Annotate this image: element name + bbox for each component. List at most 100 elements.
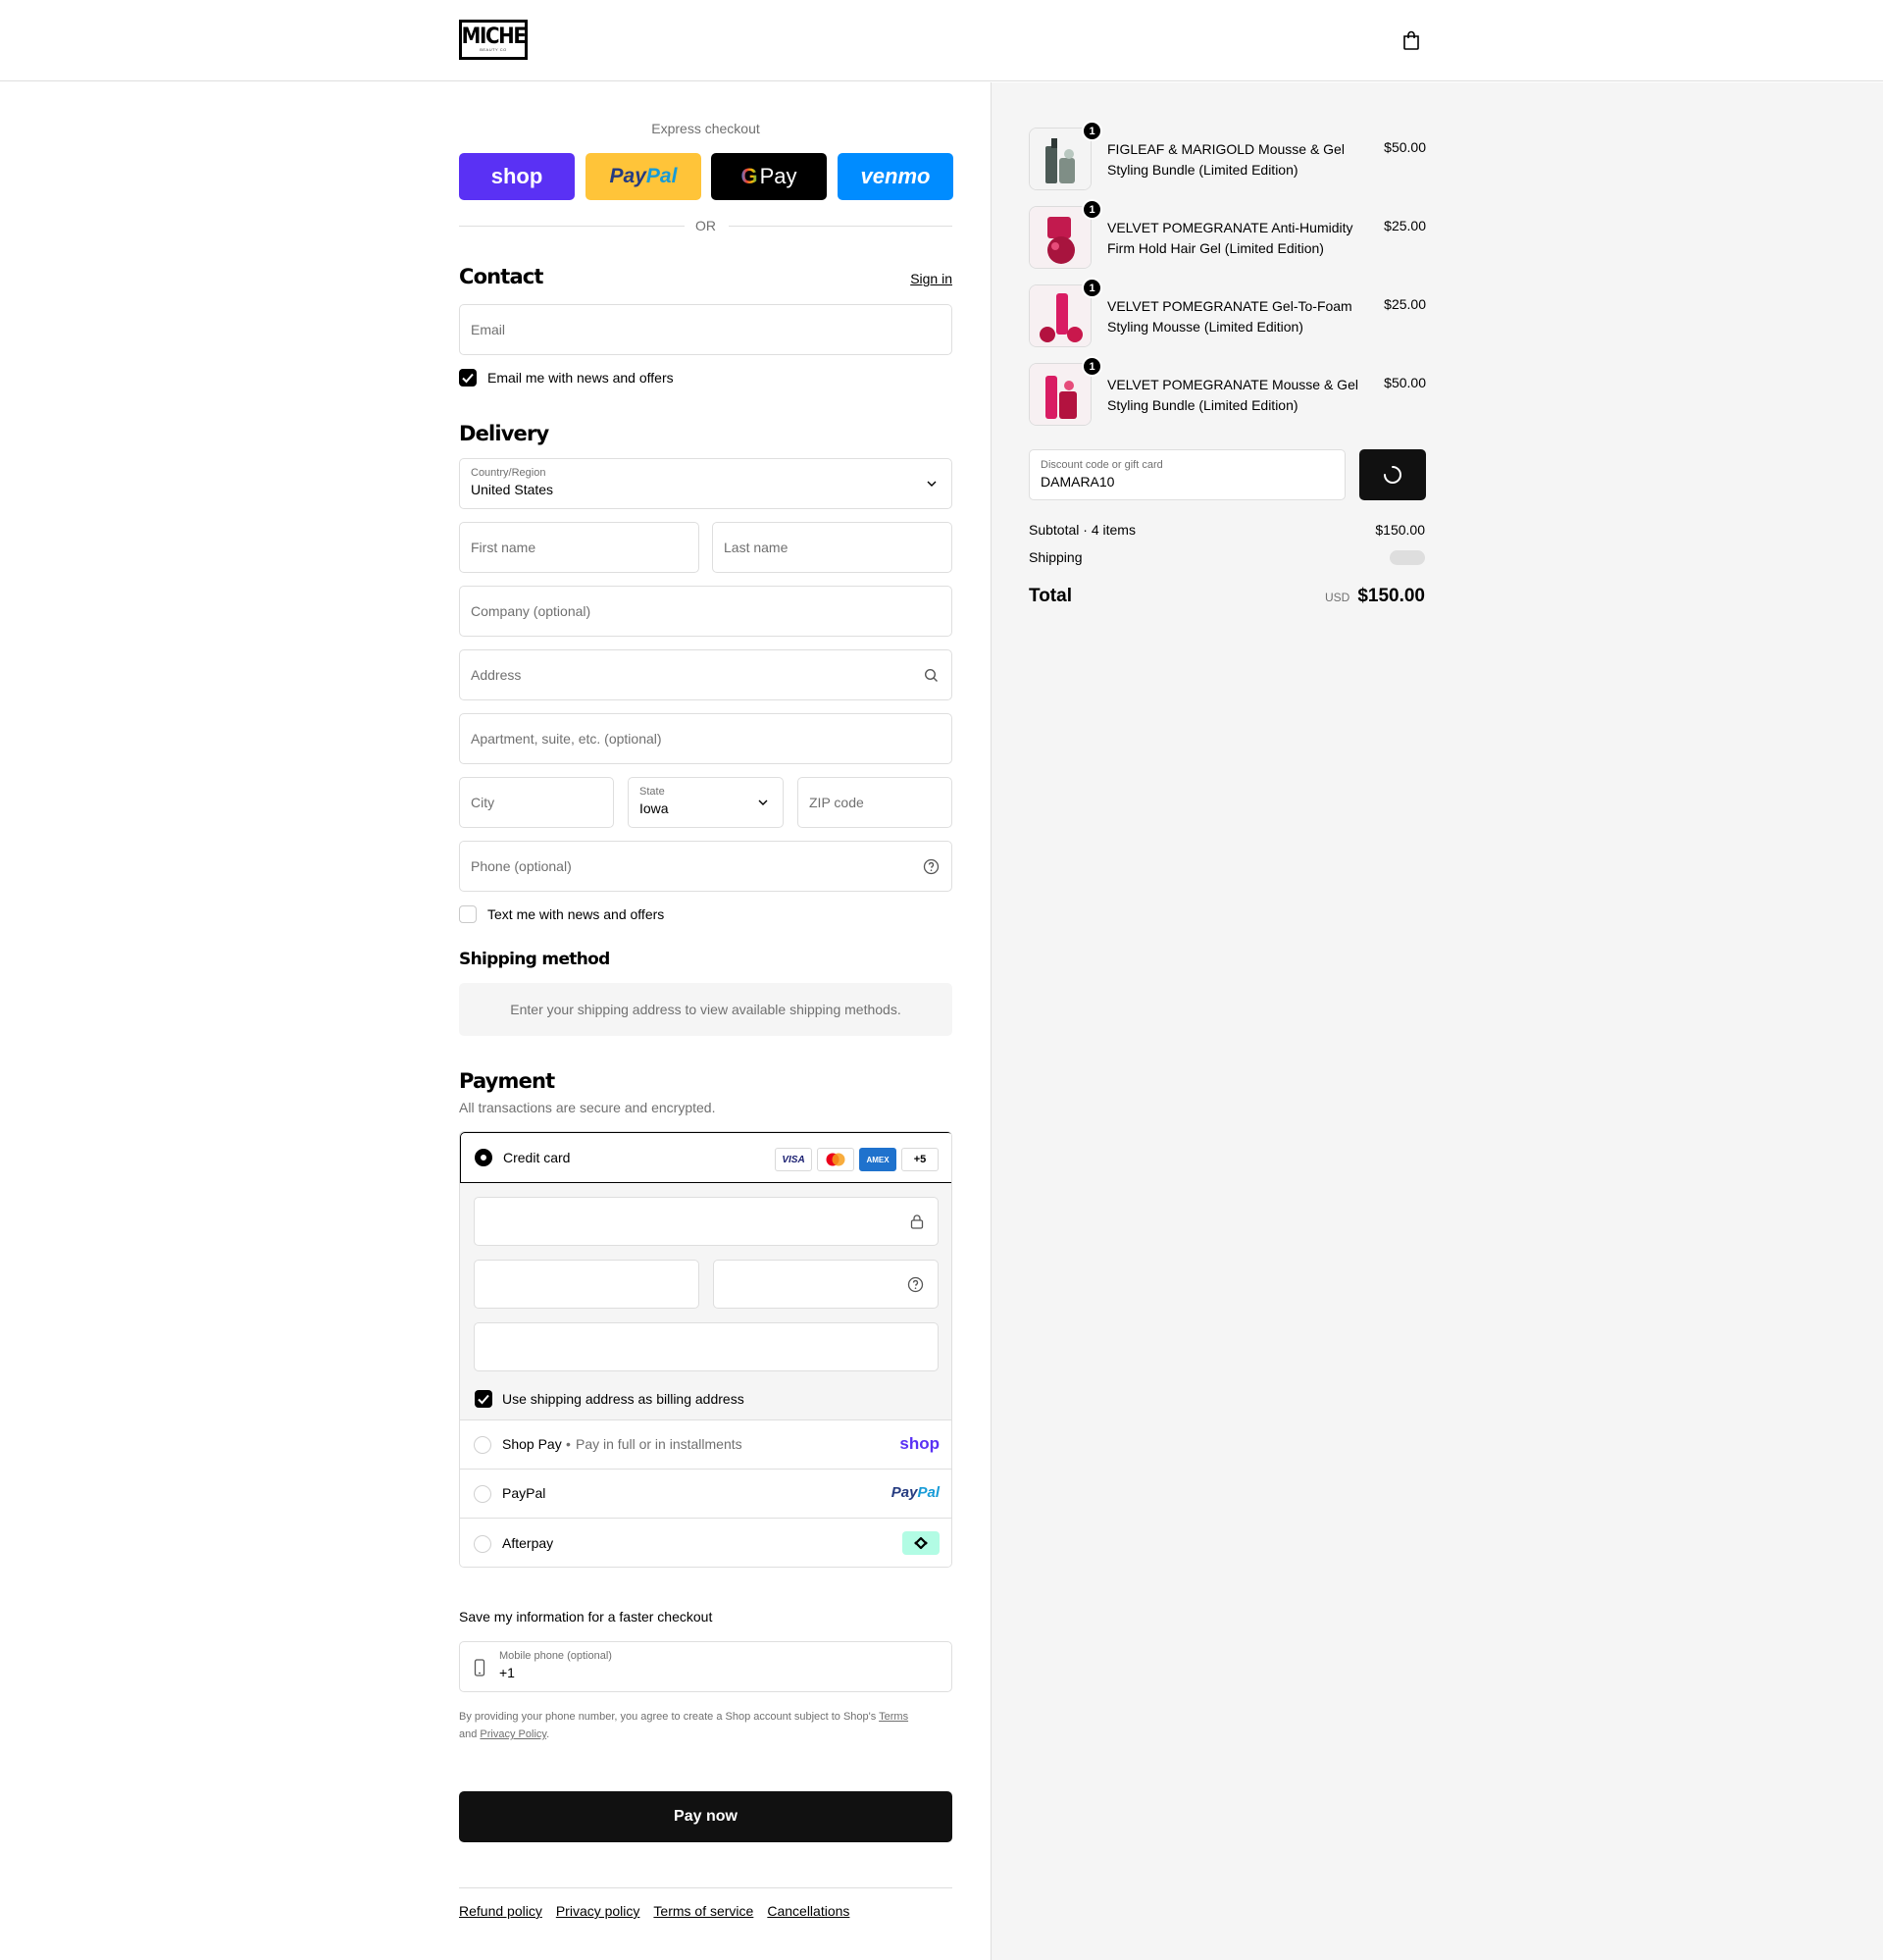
venmo-express-button[interactable]: venmo — [838, 153, 953, 200]
expiration-date-field[interactable] — [474, 1260, 699, 1309]
email-news-label: Email me with news and offers — [487, 370, 674, 386]
shipping-value-skeleton — [1390, 550, 1425, 565]
footer-links: Refund policy Privacy policy Terms of se… — [459, 1903, 849, 1919]
payment-methods: Credit card VISA AMEX +5 Use shipping ad… — [459, 1131, 952, 1568]
text-news-label: Text me with news and offers — [487, 906, 665, 922]
paypal-express-button[interactable]: Pay Pal — [585, 153, 701, 200]
privacy-policy-link[interactable]: Privacy Policy — [480, 1728, 546, 1740]
billing-address-checkbox[interactable] — [475, 1390, 492, 1408]
apartment-placeholder: Apartment, suite, etc. (optional) — [471, 731, 662, 747]
email-field[interactable]: Email — [459, 304, 952, 355]
discount-value: DAMARA10 — [1041, 474, 1115, 490]
billing-address-label: Use shipping address as billing address — [502, 1391, 744, 1407]
total-label: Total — [1029, 586, 1072, 606]
cart-item: 1 VELVET POMEGRANATE Mousse & Gel Stylin… — [1029, 356, 1426, 432]
help-circle-icon[interactable] — [907, 1276, 924, 1293]
payment-subtitle: All transactions are secure and encrypte… — [459, 1100, 716, 1115]
shop-logo: shop — [490, 164, 543, 188]
loading-spinner-icon — [1384, 466, 1401, 484]
subtotal-value: $150.00 — [1375, 522, 1425, 538]
divider — [729, 226, 952, 227]
quantity-badge: 1 — [1082, 356, 1102, 377]
mobile-phone-field[interactable]: Mobile phone (optional) +1 — [459, 1641, 952, 1692]
company-field[interactable]: Company (optional) — [459, 586, 952, 637]
security-code-field[interactable] — [713, 1260, 939, 1309]
state-value: Iowa — [639, 800, 669, 816]
footer-divider — [459, 1887, 952, 1888]
paypal-radio[interactable] — [474, 1485, 491, 1503]
privacy-policy-footer-link[interactable]: Privacy policy — [556, 1903, 640, 1919]
product-image — [1029, 284, 1092, 347]
text-news-checkbox[interactable] — [459, 905, 477, 923]
city-field[interactable]: City — [459, 777, 614, 828]
paypal-option[interactable]: PayPal PayPal — [460, 1469, 951, 1518]
shop-pay-option[interactable]: Shop Pay • Pay in full or in installment… — [460, 1419, 951, 1469]
state-select[interactable]: State Iowa — [628, 777, 784, 828]
shop-pay-logo: shop — [899, 1434, 940, 1453]
product-image — [1029, 206, 1092, 269]
afterpay-radio[interactable] — [474, 1535, 491, 1553]
chevron-down-icon — [758, 799, 768, 805]
cancellations-link[interactable]: Cancellations — [767, 1903, 849, 1919]
address-placeholder: Address — [471, 667, 522, 683]
logo[interactable]: MICHE BEAUTY CO — [459, 20, 528, 60]
shopping-bag-icon[interactable] — [1402, 30, 1420, 50]
last-name-placeholder: Last name — [724, 540, 789, 555]
refund-policy-link[interactable]: Refund policy — [459, 1903, 542, 1919]
order-summary: 1 FIGLEAF & MARIGOLD Mousse & Gel Stylin… — [991, 82, 1883, 1960]
legal-text-and: and — [459, 1728, 481, 1740]
country-value: United States — [471, 482, 554, 497]
country-select[interactable]: Country/Region United States — [459, 458, 952, 509]
phone-field[interactable]: Phone (optional) — [459, 841, 952, 892]
shipping-label: Shipping — [1029, 549, 1083, 565]
divider — [459, 226, 685, 227]
afterpay-logo-icon — [902, 1531, 940, 1555]
express-checkout-title: Express checkout — [651, 121, 760, 136]
paypal-logo-pal: Pal — [917, 1484, 940, 1501]
shipping-method-heading: Shipping method — [459, 950, 610, 969]
google-pay-express-button[interactable]: G Pay — [711, 153, 827, 200]
pay-now-button[interactable]: Pay now — [459, 1791, 952, 1842]
credit-card-radio[interactable] — [475, 1149, 492, 1166]
email-news-checkbox[interactable] — [459, 369, 477, 387]
legal-text-dot: . — [546, 1728, 550, 1740]
apartment-field[interactable]: Apartment, suite, etc. (optional) — [459, 713, 952, 764]
item-price: $25.00 — [1384, 296, 1426, 312]
sign-in-link[interactable]: Sign in — [910, 271, 952, 286]
pay-now-label: Pay now — [674, 1808, 738, 1825]
afterpay-option[interactable]: Afterpay — [460, 1518, 951, 1567]
cart-item: 1 FIGLEAF & MARIGOLD Mousse & Gel Stylin… — [1029, 121, 1426, 196]
terms-of-service-link[interactable]: Terms of service — [653, 1903, 753, 1919]
address-field[interactable]: Address — [459, 649, 952, 700]
apply-discount-button[interactable] — [1359, 449, 1426, 500]
zip-placeholder: ZIP code — [809, 795, 864, 810]
first-name-field[interactable]: First name — [459, 522, 699, 573]
or-divider-text: OR — [695, 218, 716, 233]
state-label: State — [639, 786, 665, 798]
help-circle-icon[interactable] — [923, 858, 940, 875]
discount-input[interactable]: Discount code or gift card DAMARA10 — [1029, 449, 1346, 500]
card-number-field[interactable] — [474, 1197, 939, 1246]
legal-text: By providing your phone number, you agre… — [459, 1711, 880, 1723]
item-name: VELVET POMEGRANATE Gel-To-Foam Styling M… — [1107, 298, 1352, 335]
phone-placeholder: Phone (optional) — [471, 858, 572, 874]
item-price: $50.00 — [1384, 375, 1426, 390]
credit-card-option[interactable]: Credit card VISA AMEX +5 — [460, 1132, 951, 1183]
last-name-field[interactable]: Last name — [712, 522, 952, 573]
item-name: FIGLEAF & MARIGOLD Mousse & Gel Styling … — [1107, 141, 1345, 178]
product-image — [1029, 128, 1092, 190]
name-on-card-field[interactable] — [474, 1322, 939, 1371]
bullet-separator: • — [566, 1436, 571, 1452]
quantity-badge: 1 — [1082, 278, 1102, 298]
shop-pay-express-button[interactable]: shop — [459, 153, 575, 200]
shop-pay-radio[interactable] — [474, 1436, 491, 1454]
paypal-logo-pal: Pal — [645, 165, 678, 187]
shipping-method-notice: Enter your shipping address to view avai… — [459, 983, 952, 1036]
terms-link[interactable]: Terms — [879, 1711, 908, 1723]
check-icon — [462, 373, 474, 384]
afterpay-label: Afterpay — [502, 1535, 554, 1551]
visa-icon: VISA — [775, 1148, 812, 1171]
currency-label: USD — [1324, 591, 1350, 604]
subtotal-label: Subtotal · 4 items — [1029, 522, 1136, 538]
zip-field[interactable]: ZIP code — [797, 777, 952, 828]
